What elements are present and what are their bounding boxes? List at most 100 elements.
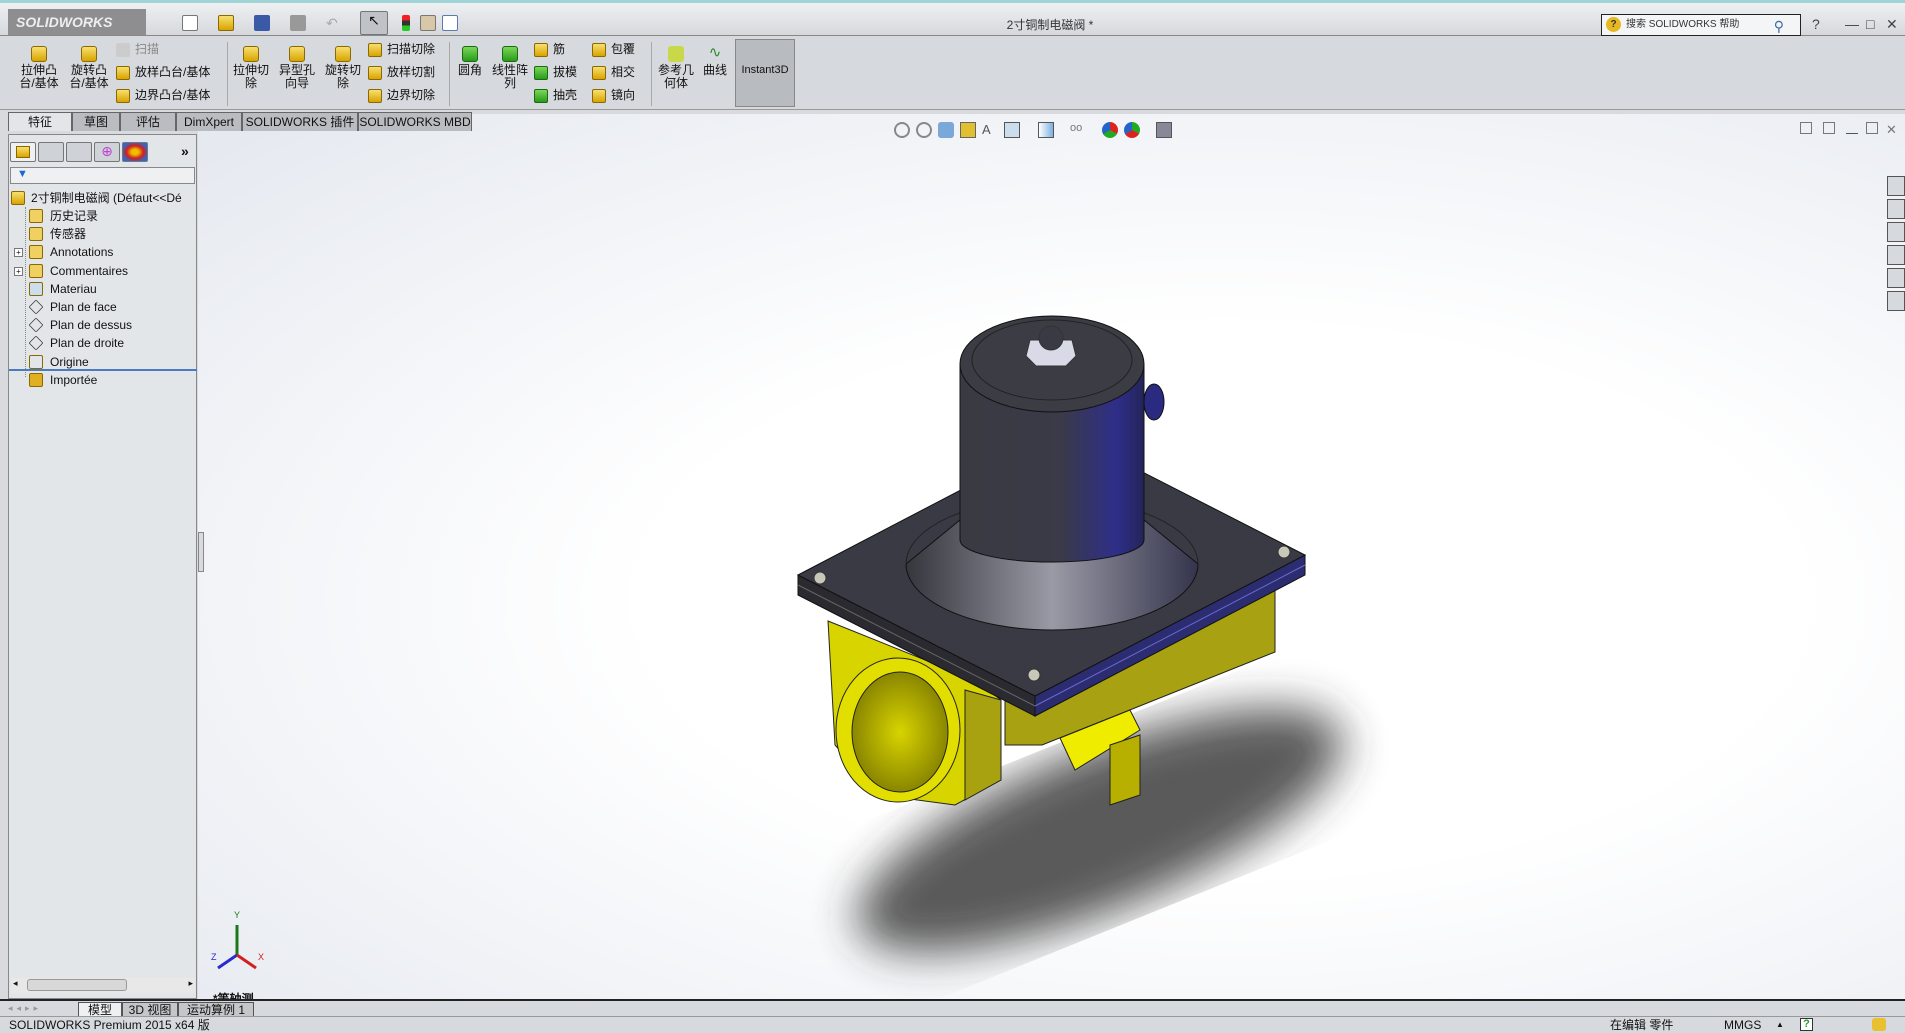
- design-library-icon[interactable]: [1887, 199, 1905, 219]
- tab-model[interactable]: 模型: [78, 1002, 122, 1017]
- split-view-icon[interactable]: [1800, 122, 1812, 134]
- viewport-close-icon[interactable]: ✕: [1886, 122, 1902, 138]
- wrap-button[interactable]: 包覆: [592, 40, 635, 58]
- sweep-boss-button[interactable]: 扫描: [116, 40, 159, 58]
- tree-root[interactable]: 2寸铜制电磁阀 (Défaut<<Dé: [9, 189, 197, 207]
- shell-button[interactable]: 抽壳: [534, 86, 577, 104]
- tree-item[interactable]: Plan de face: [9, 298, 197, 316]
- help-status-icon[interactable]: ?: [1800, 1018, 1813, 1031]
- tab-mbd[interactable]: SOLIDWORKS MBD: [358, 112, 472, 131]
- tree-item[interactable]: + Commentaires: [9, 262, 197, 280]
- tab-sketch[interactable]: 草图: [72, 112, 120, 131]
- revolve-cut-button[interactable]: 旋转切 除: [320, 46, 366, 90]
- expand-icon[interactable]: +: [14, 248, 23, 258]
- rebuild-icon[interactable]: [402, 15, 410, 31]
- solidworks-logo[interactable]: SOLIDWORKS: [8, 9, 146, 35]
- new-icon[interactable]: [182, 15, 198, 31]
- units-dropdown-icon[interactable]: ▲: [1776, 1017, 1784, 1033]
- rollback-bar[interactable]: [9, 369, 197, 371]
- sweep-cut-button[interactable]: 扫描切除: [368, 40, 435, 58]
- link-views-icon[interactable]: [1823, 122, 1835, 134]
- tree-filter-input[interactable]: ▼: [10, 167, 195, 184]
- boundary-boss-button[interactable]: 边界凸台/基体: [116, 86, 210, 104]
- tree-item[interactable]: 历史记录: [9, 207, 197, 225]
- options-icon[interactable]: [442, 15, 458, 31]
- fillet-button[interactable]: 圆角: [452, 46, 488, 77]
- apply-scene-icon[interactable]: [1124, 122, 1140, 138]
- tab-3d-views[interactable]: 3D 视图: [122, 1002, 178, 1017]
- tag-icon[interactable]: [1872, 1018, 1886, 1031]
- tab-motion-study[interactable]: 运动算例 1: [178, 1002, 254, 1017]
- tree-item[interactable]: Plan de dessus: [9, 316, 197, 334]
- appearances-icon[interactable]: [1887, 268, 1905, 288]
- dynamic-annotation-icon[interactable]: A: [982, 122, 998, 138]
- save-icon[interactable]: [254, 15, 270, 31]
- file-explorer-icon[interactable]: [1887, 222, 1905, 242]
- custom-properties-icon[interactable]: [1887, 291, 1905, 311]
- view-settings-icon[interactable]: [1156, 122, 1172, 138]
- help-button[interactable]: ?: [1812, 16, 1820, 32]
- intersect-button[interactable]: 相交: [592, 63, 635, 81]
- tab-dimxpert[interactable]: DimXpert: [176, 112, 242, 131]
- loft-cut-button[interactable]: 放样切割: [368, 63, 435, 81]
- open-icon[interactable]: [218, 15, 234, 31]
- expand-icon[interactable]: +: [14, 266, 23, 276]
- view-palette-icon[interactable]: [1887, 245, 1905, 265]
- mirror-button[interactable]: 镜向: [592, 86, 635, 104]
- loft-boss-button[interactable]: 放样凸台/基体: [116, 63, 210, 81]
- extrude-cut-button[interactable]: 拉伸切 除: [228, 46, 274, 90]
- rib-button[interactable]: 筋: [534, 40, 565, 58]
- help-search-input[interactable]: ? 搜索 SOLIDWORKS 帮助 ⚲: [1601, 14, 1801, 36]
- hide-show-items-icon[interactable]: oo: [1070, 122, 1086, 138]
- design-library-home-icon[interactable]: [1887, 176, 1905, 196]
- dimxpert-manager-tab[interactable]: ⊕: [94, 142, 120, 162]
- tree-item[interactable]: Origine: [9, 353, 197, 371]
- viewport-restore-icon[interactable]: [1866, 122, 1878, 134]
- expand-chevron-icon[interactable]: »: [181, 143, 189, 159]
- zoom-to-fit-icon[interactable]: [894, 122, 910, 138]
- maximize-button[interactable]: □: [1866, 16, 1874, 32]
- minimize-button[interactable]: —: [1845, 16, 1859, 32]
- scrollbar-thumb[interactable]: [27, 979, 127, 991]
- feature-manager-tab[interactable]: [10, 142, 36, 162]
- search-icon[interactable]: ⚲: [1774, 16, 1784, 36]
- instant3d-button[interactable]: Instant3D: [735, 39, 795, 107]
- tree-item[interactable]: Materiau: [9, 280, 197, 298]
- tree-item[interactable]: Importée: [9, 371, 197, 389]
- display-manager-tab[interactable]: [122, 142, 148, 162]
- print-icon[interactable]: [290, 15, 306, 31]
- section-view-icon[interactable]: [960, 122, 976, 138]
- graphics-viewport[interactable]: A oo ✕ *等轴测: [198, 114, 1905, 1006]
- close-button[interactable]: ✕: [1886, 16, 1898, 33]
- tab-features[interactable]: 特征: [8, 112, 72, 131]
- draft-button[interactable]: 拔模: [534, 63, 577, 81]
- tree-item[interactable]: 传感器: [9, 225, 197, 243]
- hole-wizard-button[interactable]: 异型孔 向导: [274, 46, 320, 90]
- view-orientation-icon[interactable]: [1004, 122, 1020, 138]
- reference-geometry-button[interactable]: 参考几 何体: [654, 46, 698, 90]
- tree-item[interactable]: + Annotations: [9, 243, 197, 261]
- file-properties-icon[interactable]: [420, 15, 436, 31]
- tab-evaluate[interactable]: 评估: [120, 112, 176, 131]
- horizontal-scrollbar[interactable]: ◂ ▸: [11, 978, 195, 993]
- panel-splitter-handle[interactable]: [198, 532, 204, 572]
- revolve-boss-button[interactable]: 旋转凸 台/基体: [64, 46, 114, 90]
- linear-pattern-button[interactable]: 线性阵 列: [488, 46, 532, 90]
- property-manager-tab[interactable]: [38, 142, 64, 162]
- zoom-to-area-icon[interactable]: [916, 122, 932, 138]
- extrude-boss-button[interactable]: 拉伸凸 台/基体: [14, 46, 64, 90]
- viewport-minimize-icon[interactable]: [1846, 132, 1858, 134]
- curves-button[interactable]: ∿ 曲线: [698, 45, 732, 77]
- configuration-manager-tab[interactable]: [66, 142, 92, 162]
- tree-item[interactable]: Plan de droite: [9, 334, 197, 352]
- select-icon[interactable]: ↖: [360, 11, 388, 35]
- previous-view-icon[interactable]: [938, 122, 954, 138]
- display-style-icon[interactable]: [1038, 122, 1054, 138]
- extrude-cut-icon: [243, 46, 259, 62]
- tab-addins[interactable]: SOLIDWORKS 插件: [242, 112, 358, 131]
- boundary-cut-button[interactable]: 边界切除: [368, 86, 435, 104]
- units-selector[interactable]: MMGS: [1724, 1017, 1761, 1033]
- undo-icon[interactable]: ↶: [326, 15, 342, 31]
- tab-scroll-arrows[interactable]: ◂◂▸▸: [8, 1003, 74, 1016]
- edit-appearance-icon[interactable]: [1102, 122, 1118, 138]
